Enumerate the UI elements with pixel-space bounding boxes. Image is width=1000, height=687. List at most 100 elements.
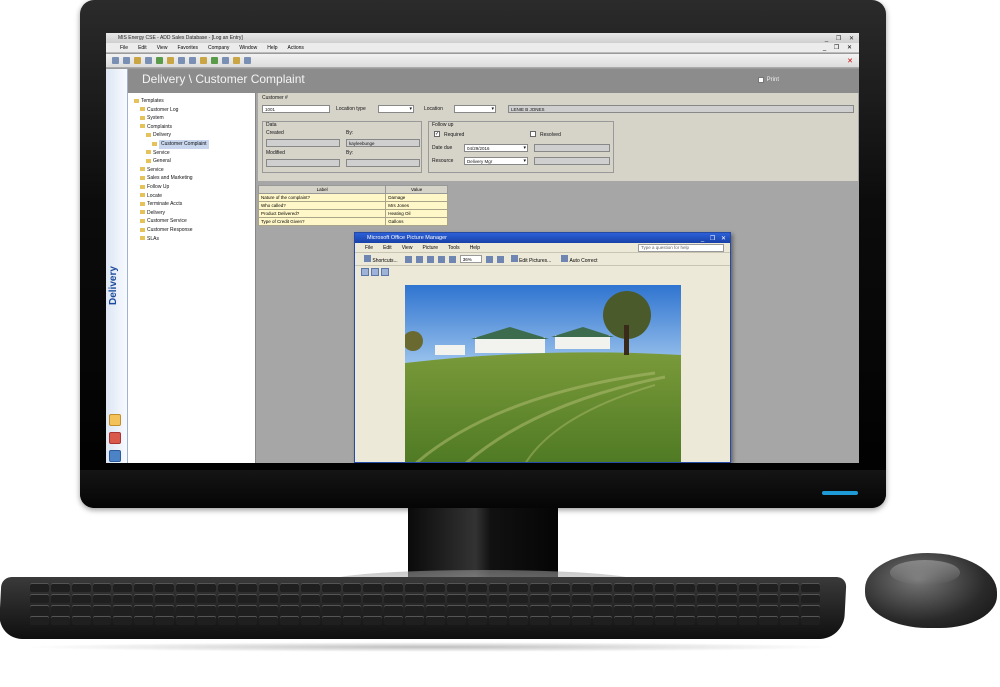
tree-item[interactable]: Sales and Marketing bbox=[134, 174, 255, 183]
redo-icon[interactable] bbox=[448, 255, 456, 263]
tree-item[interactable]: Follow Up bbox=[134, 183, 255, 192]
table-row[interactable]: Type of Credit Given? Gallons bbox=[257, 217, 448, 226]
picture-manager-menu-item[interactable]: Help bbox=[470, 243, 480, 252]
menu-item[interactable]: Help bbox=[267, 43, 277, 52]
auto-correct-button[interactable]: Auto Correct bbox=[558, 254, 600, 265]
keyboard-key bbox=[634, 594, 654, 603]
grid-cell-label[interactable]: Nature of the complaint? bbox=[257, 193, 387, 202]
tasks-icon[interactable] bbox=[109, 450, 121, 462]
document-controls[interactable]: _ ❐ ✕ bbox=[823, 43, 855, 53]
picture-manager-menu-item[interactable]: Picture bbox=[422, 243, 438, 252]
table-row[interactable]: Who called? Mrs Jones bbox=[257, 201, 448, 210]
resource-select[interactable]: Delivery Mgr bbox=[464, 157, 528, 165]
copy-icon[interactable] bbox=[189, 57, 196, 64]
save-icon[interactable] bbox=[404, 255, 412, 263]
keyboard-key bbox=[446, 594, 466, 603]
menu-item[interactable]: Edit bbox=[138, 43, 147, 52]
cut-icon[interactable] bbox=[178, 57, 185, 64]
picture-manager-menu-item[interactable]: View bbox=[402, 243, 413, 252]
customer-number-field[interactable]: 1001 bbox=[262, 105, 330, 113]
keyboard-key bbox=[488, 583, 508, 592]
home-icon[interactable] bbox=[112, 57, 119, 64]
tree-item[interactable]: Terminate Accts bbox=[134, 200, 255, 209]
contacts-icon[interactable] bbox=[109, 414, 121, 426]
delete-icon[interactable] bbox=[426, 255, 434, 263]
grid-cell-label[interactable]: Type of Credit Given? bbox=[257, 217, 387, 226]
keyboard-key bbox=[426, 605, 445, 614]
alerts-icon[interactable] bbox=[109, 432, 121, 444]
menu-item[interactable]: View bbox=[157, 43, 168, 52]
tree-item[interactable]: Complaints bbox=[134, 123, 255, 132]
single-view-icon[interactable] bbox=[381, 268, 389, 276]
picture-manager-menu-item[interactable]: File bbox=[365, 243, 373, 252]
tree-item[interactable]: Customer Response bbox=[134, 226, 255, 235]
location-select[interactable] bbox=[454, 105, 496, 113]
picture-manager-menu-item[interactable]: Tools bbox=[448, 243, 460, 252]
tree-item[interactable]: Customer Complaint bbox=[134, 139, 255, 149]
users-icon[interactable] bbox=[244, 57, 251, 64]
undo-icon[interactable] bbox=[437, 255, 445, 263]
date-due-field[interactable]: 04/29/2016 bbox=[464, 144, 528, 152]
keyboard-key bbox=[92, 616, 112, 625]
data-group-label: Data bbox=[266, 122, 277, 128]
edit-pictures-button[interactable]: Edit Pictures... bbox=[508, 254, 555, 265]
save-icon[interactable] bbox=[145, 57, 152, 64]
grid-cell-label[interactable]: Product Delivered? bbox=[257, 209, 387, 218]
rotate-icon[interactable] bbox=[496, 255, 504, 263]
print-checkbox[interactable] bbox=[757, 77, 764, 83]
tree-item-label: Follow Up bbox=[147, 183, 170, 190]
table-row[interactable]: Product Delivered? Heating Oil bbox=[257, 209, 448, 218]
keyboard-key bbox=[780, 594, 800, 603]
print-icon[interactable] bbox=[156, 57, 163, 64]
shortcuts-button[interactable]: Shortcuts... bbox=[361, 254, 401, 265]
filmstrip-view-icon[interactable] bbox=[371, 268, 379, 276]
keyboard-key bbox=[280, 616, 299, 625]
print-option[interactable]: Print bbox=[757, 77, 779, 83]
tree-item[interactable]: Customer Log bbox=[134, 106, 255, 115]
table-icon[interactable] bbox=[222, 57, 229, 64]
tree-item[interactable]: Service bbox=[134, 149, 255, 158]
tree-item[interactable]: Locate bbox=[134, 192, 255, 201]
tree-item[interactable]: SLAs bbox=[134, 235, 255, 244]
resolved-checkbox[interactable] bbox=[530, 131, 536, 137]
tree-item[interactable]: Service bbox=[134, 166, 255, 175]
menu-item[interactable]: Actions bbox=[288, 43, 304, 52]
folder-icon bbox=[140, 210, 145, 215]
keyboard-key bbox=[300, 605, 320, 614]
grid-cell-value[interactable]: Heating Oil bbox=[385, 209, 448, 218]
keyboard-key bbox=[488, 594, 508, 603]
keyboard-key bbox=[384, 605, 404, 614]
grid-cell-label[interactable]: Who called? bbox=[257, 201, 387, 210]
picture-manager-menu-item[interactable]: Edit bbox=[383, 243, 392, 252]
thumbnail-view-icon[interactable] bbox=[361, 268, 369, 276]
menu-item[interactable]: Favorites bbox=[177, 43, 198, 52]
folder-icon[interactable] bbox=[134, 57, 141, 64]
table-row[interactable]: Nature of the complaint? Damage bbox=[257, 193, 448, 202]
menu-item[interactable]: Window bbox=[239, 43, 257, 52]
back-icon[interactable] bbox=[123, 57, 130, 64]
tree-item[interactable]: Delivery bbox=[134, 131, 255, 140]
modified-label: Modified bbox=[266, 150, 285, 156]
menu-item[interactable]: Company bbox=[208, 43, 229, 52]
required-checkbox[interactable]: ✓ bbox=[434, 131, 440, 137]
zoom-in-icon[interactable] bbox=[485, 255, 493, 263]
paste-icon[interactable] bbox=[200, 57, 207, 64]
close-icon[interactable]: ✕ bbox=[847, 57, 853, 65]
grid-cell-value[interactable]: Damage bbox=[385, 193, 448, 202]
print-label: Print bbox=[766, 77, 779, 83]
tree-item[interactable]: General bbox=[134, 157, 255, 166]
tree-item[interactable]: Delivery bbox=[134, 209, 255, 218]
tree-item[interactable]: System bbox=[134, 114, 255, 123]
grid-cell-value[interactable]: Mrs Jones bbox=[385, 201, 448, 210]
help-search-input[interactable]: Type a question for help bbox=[638, 244, 724, 252]
zoom-select[interactable]: 36% bbox=[459, 255, 482, 263]
menu-item[interactable]: File bbox=[120, 43, 128, 52]
find-icon[interactable] bbox=[211, 57, 218, 64]
copy-icon[interactable] bbox=[415, 255, 423, 263]
grid-cell-value[interactable]: Gallons bbox=[385, 217, 448, 226]
location-type-select[interactable] bbox=[378, 105, 414, 113]
help-icon[interactable] bbox=[233, 57, 240, 64]
tree-item[interactable]: Templates bbox=[134, 97, 255, 106]
refresh-icon[interactable] bbox=[167, 57, 174, 64]
tree-item[interactable]: Customer Service bbox=[134, 217, 255, 226]
